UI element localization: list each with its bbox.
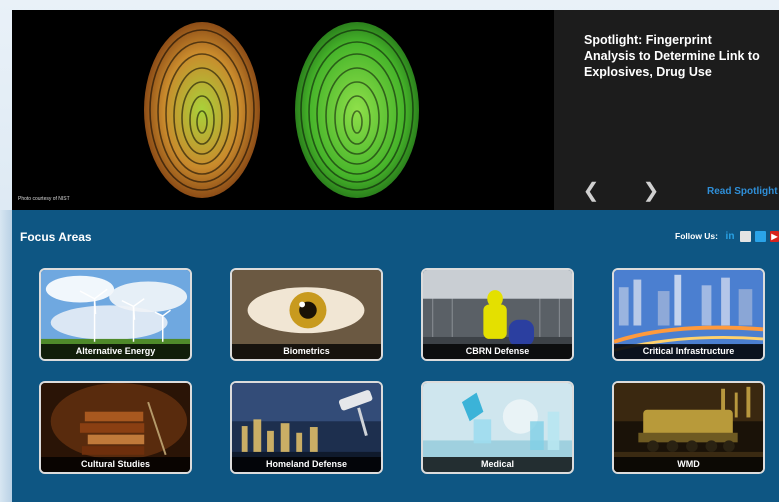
tile-homeland-defense[interactable]: Homeland Defense [230, 381, 383, 474]
tile-label: Biometrics [232, 344, 381, 359]
tile-cbrn-defense[interactable]: CBRN Defense [421, 268, 574, 361]
tile-cultural-studies[interactable]: Cultural Studies [39, 381, 192, 474]
rss-icon[interactable] [740, 230, 751, 242]
tile-label: Homeland Defense [232, 457, 381, 472]
youtube-icon[interactable]: ▶ [770, 230, 779, 242]
spotlight-hero: Photo courtesy of NIST Spotlight: Finger… [12, 10, 779, 210]
photo-credit: Photo courtesy of NIST [18, 196, 70, 202]
follow-us-label: Follow Us: [675, 231, 718, 241]
linkedin-icon[interactable]: in [724, 231, 736, 242]
twitter-icon[interactable] [755, 230, 766, 242]
left-edge-strip [0, 210, 12, 502]
chevron-left-icon[interactable]: ❮ [582, 180, 600, 202]
tile-alternative-energy[interactable]: Alternative Energy [39, 268, 192, 361]
read-spotlight-link[interactable]: Read Spotlight [707, 186, 778, 197]
tile-label: WMD [614, 457, 763, 472]
tile-critical-infrastructure[interactable]: Critical Infrastructure [612, 268, 765, 361]
right-fingerprint [295, 22, 419, 198]
fingerprint-image [12, 10, 554, 210]
focus-areas-heading: Focus Areas [20, 230, 92, 244]
tile-medical[interactable]: Medical [421, 381, 574, 474]
focus-areas-section: Focus Areas Follow Us: in ▶ Alternative … [12, 210, 779, 502]
tile-label: Alternative Energy [41, 344, 190, 359]
tile-label: Critical Infrastructure [614, 344, 763, 359]
tile-label: CBRN Defense [423, 344, 572, 359]
spotlight-title[interactable]: Spotlight: Fingerprint Analysis to Deter… [584, 32, 764, 80]
tile-wmd[interactable]: WMD [612, 381, 765, 474]
left-fingerprint [144, 22, 260, 198]
tile-label: Cultural Studies [41, 457, 190, 472]
spotlight-panel: Spotlight: Fingerprint Analysis to Deter… [554, 10, 779, 210]
spotlight-image[interactable]: Photo courtesy of NIST [12, 10, 554, 210]
tile-label: Medical [423, 457, 572, 472]
chevron-right-icon[interactable]: ❯ [642, 180, 660, 202]
tile-biometrics[interactable]: Biometrics [230, 268, 383, 361]
follow-us-bar: Follow Us: in ▶ [675, 229, 779, 243]
